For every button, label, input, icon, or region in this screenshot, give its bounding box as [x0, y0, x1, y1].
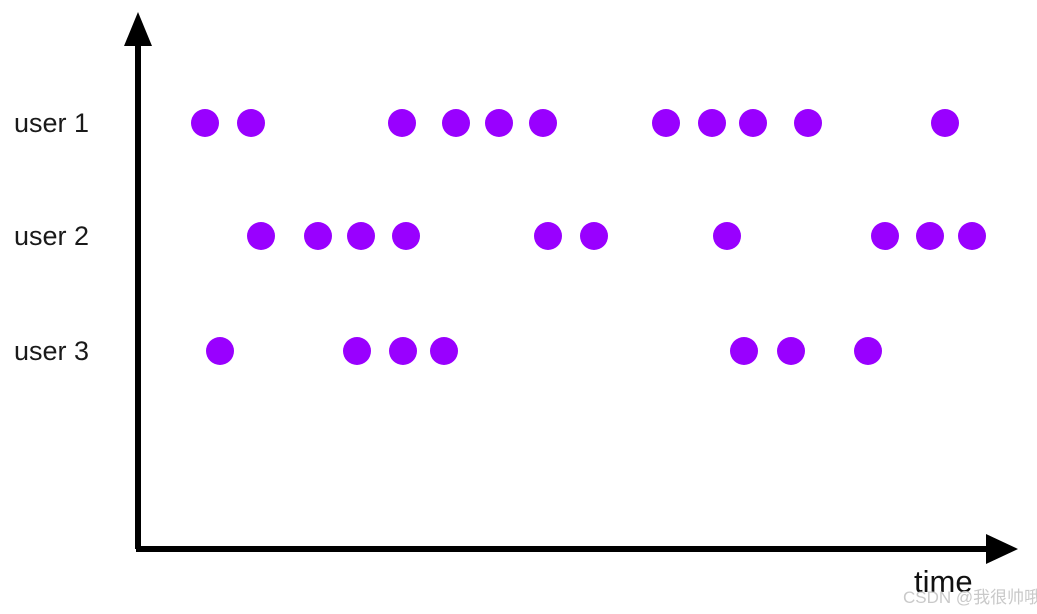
data-point — [389, 337, 417, 365]
data-point — [854, 337, 882, 365]
data-point — [392, 222, 420, 250]
data-point — [430, 337, 458, 365]
row-label-user-1: user 1 — [14, 108, 90, 138]
data-point — [237, 109, 265, 137]
axes-group — [124, 12, 1018, 564]
data-point — [730, 337, 758, 365]
data-point — [388, 109, 416, 137]
data-point — [713, 222, 741, 250]
data-point — [485, 109, 513, 137]
data-point — [206, 337, 234, 365]
x-axis-arrowhead — [986, 534, 1018, 564]
row-label-user-3: user 3 — [14, 336, 90, 366]
data-point — [247, 222, 275, 250]
data-point — [529, 109, 557, 137]
data-point — [794, 109, 822, 137]
data-points-group — [191, 109, 986, 365]
data-point — [347, 222, 375, 250]
data-point — [698, 109, 726, 137]
data-point — [442, 109, 470, 137]
plot-canvas — [124, 12, 1018, 564]
data-point — [931, 109, 959, 137]
csdn-watermark: CSDN @我很帅哦 — [903, 588, 1037, 607]
row-label-user-2: user 2 — [14, 221, 90, 251]
data-point — [580, 222, 608, 250]
data-point — [191, 109, 219, 137]
data-point — [343, 337, 371, 365]
data-point — [304, 222, 332, 250]
data-point — [739, 109, 767, 137]
y-axis-arrowhead — [124, 12, 152, 46]
data-point — [652, 109, 680, 137]
data-point — [916, 222, 944, 250]
data-point — [958, 222, 986, 250]
data-point — [534, 222, 562, 250]
data-point — [777, 337, 805, 365]
scatter-figure: user 1 user 2 user 3 time CSDN @我很帅哦 — [0, 0, 1037, 614]
data-point — [871, 222, 899, 250]
